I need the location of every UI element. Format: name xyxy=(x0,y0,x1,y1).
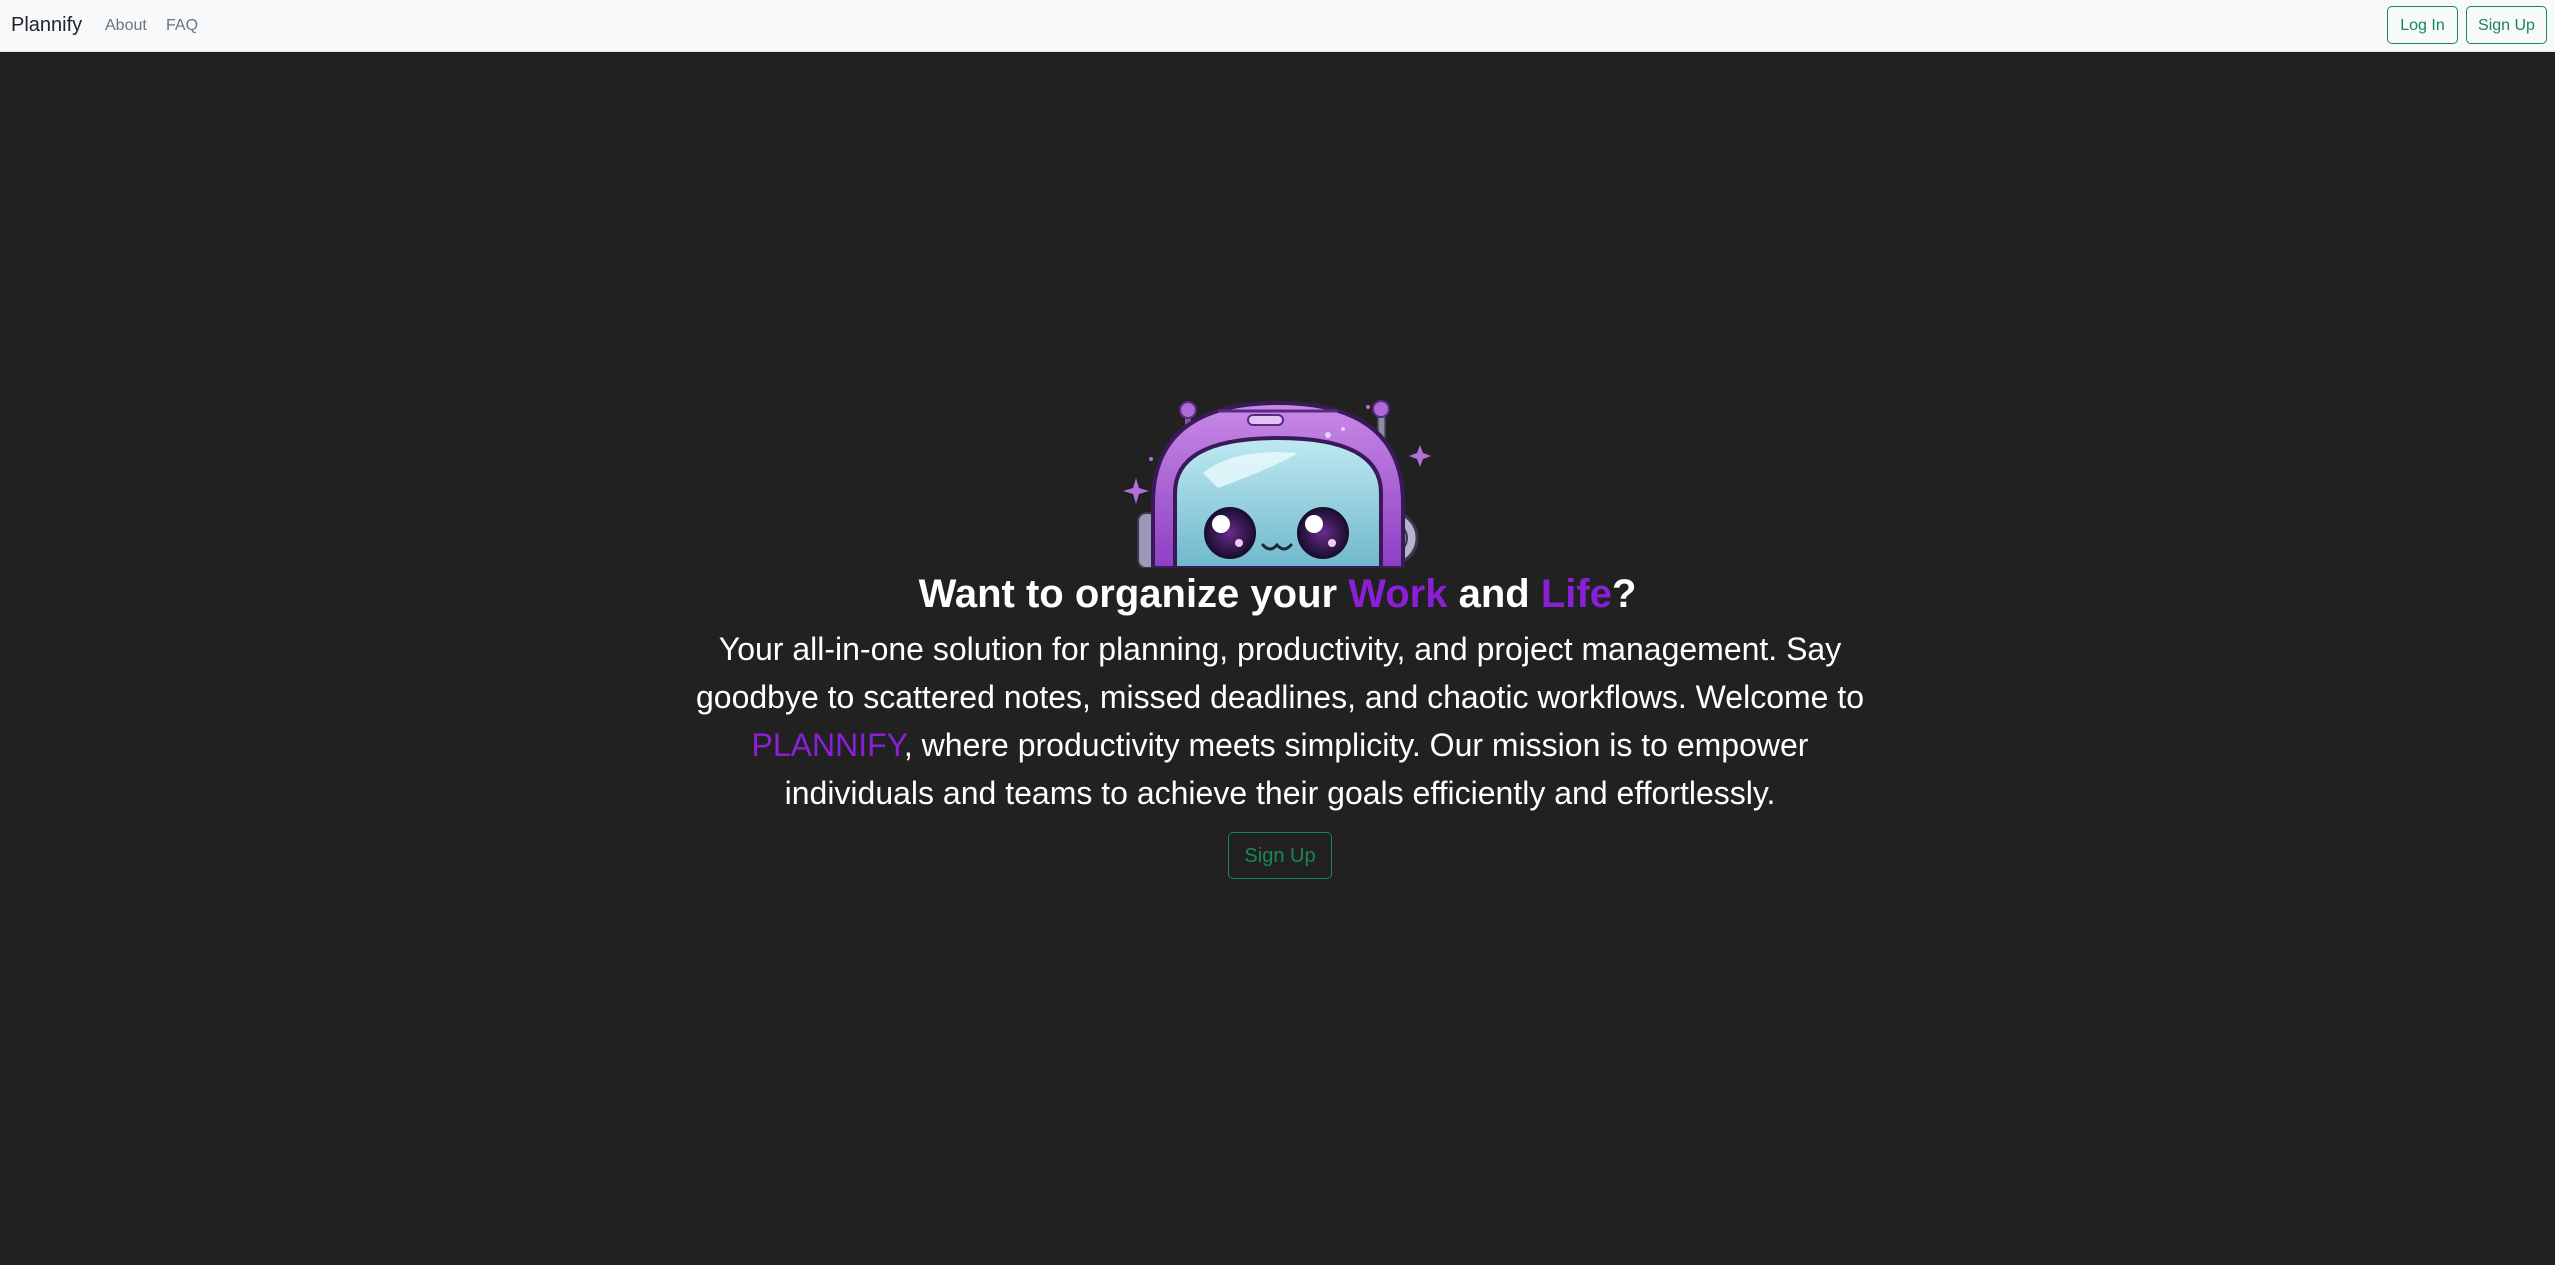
description-intro: Your all-in-one solution for planning, p… xyxy=(695,631,1865,715)
brand-logo-text[interactable]: Plannify xyxy=(11,12,82,38)
description-outro: , where productivity meets simplicity. O… xyxy=(784,727,1809,811)
nav-signup-button[interactable]: Sign Up xyxy=(2466,6,2547,44)
headline-life-accent: Life xyxy=(1540,572,1612,616)
headline-and: and xyxy=(1447,572,1541,616)
headline-suffix: ? xyxy=(1611,572,1637,616)
robot-mascot-icon xyxy=(1123,393,1435,568)
top-navbar: Plannify About FAQ Log In Sign Up xyxy=(0,0,2555,52)
headline-work-accent: Work xyxy=(1348,572,1448,616)
headline-prefix: Want to organize your xyxy=(918,572,1349,616)
nav-link-about[interactable]: About xyxy=(105,16,147,36)
description-brand-accent: PLANNIFY xyxy=(751,727,904,763)
nav-link-faq[interactable]: FAQ xyxy=(166,16,198,36)
hero-description: Your all-in-one solution for planning, p… xyxy=(690,625,1870,817)
login-button[interactable]: Log In xyxy=(2387,6,2458,44)
hero-headline: Want to organize your Work and Life? xyxy=(0,564,2555,624)
hero-signup-button[interactable]: Sign Up xyxy=(1228,832,1332,879)
